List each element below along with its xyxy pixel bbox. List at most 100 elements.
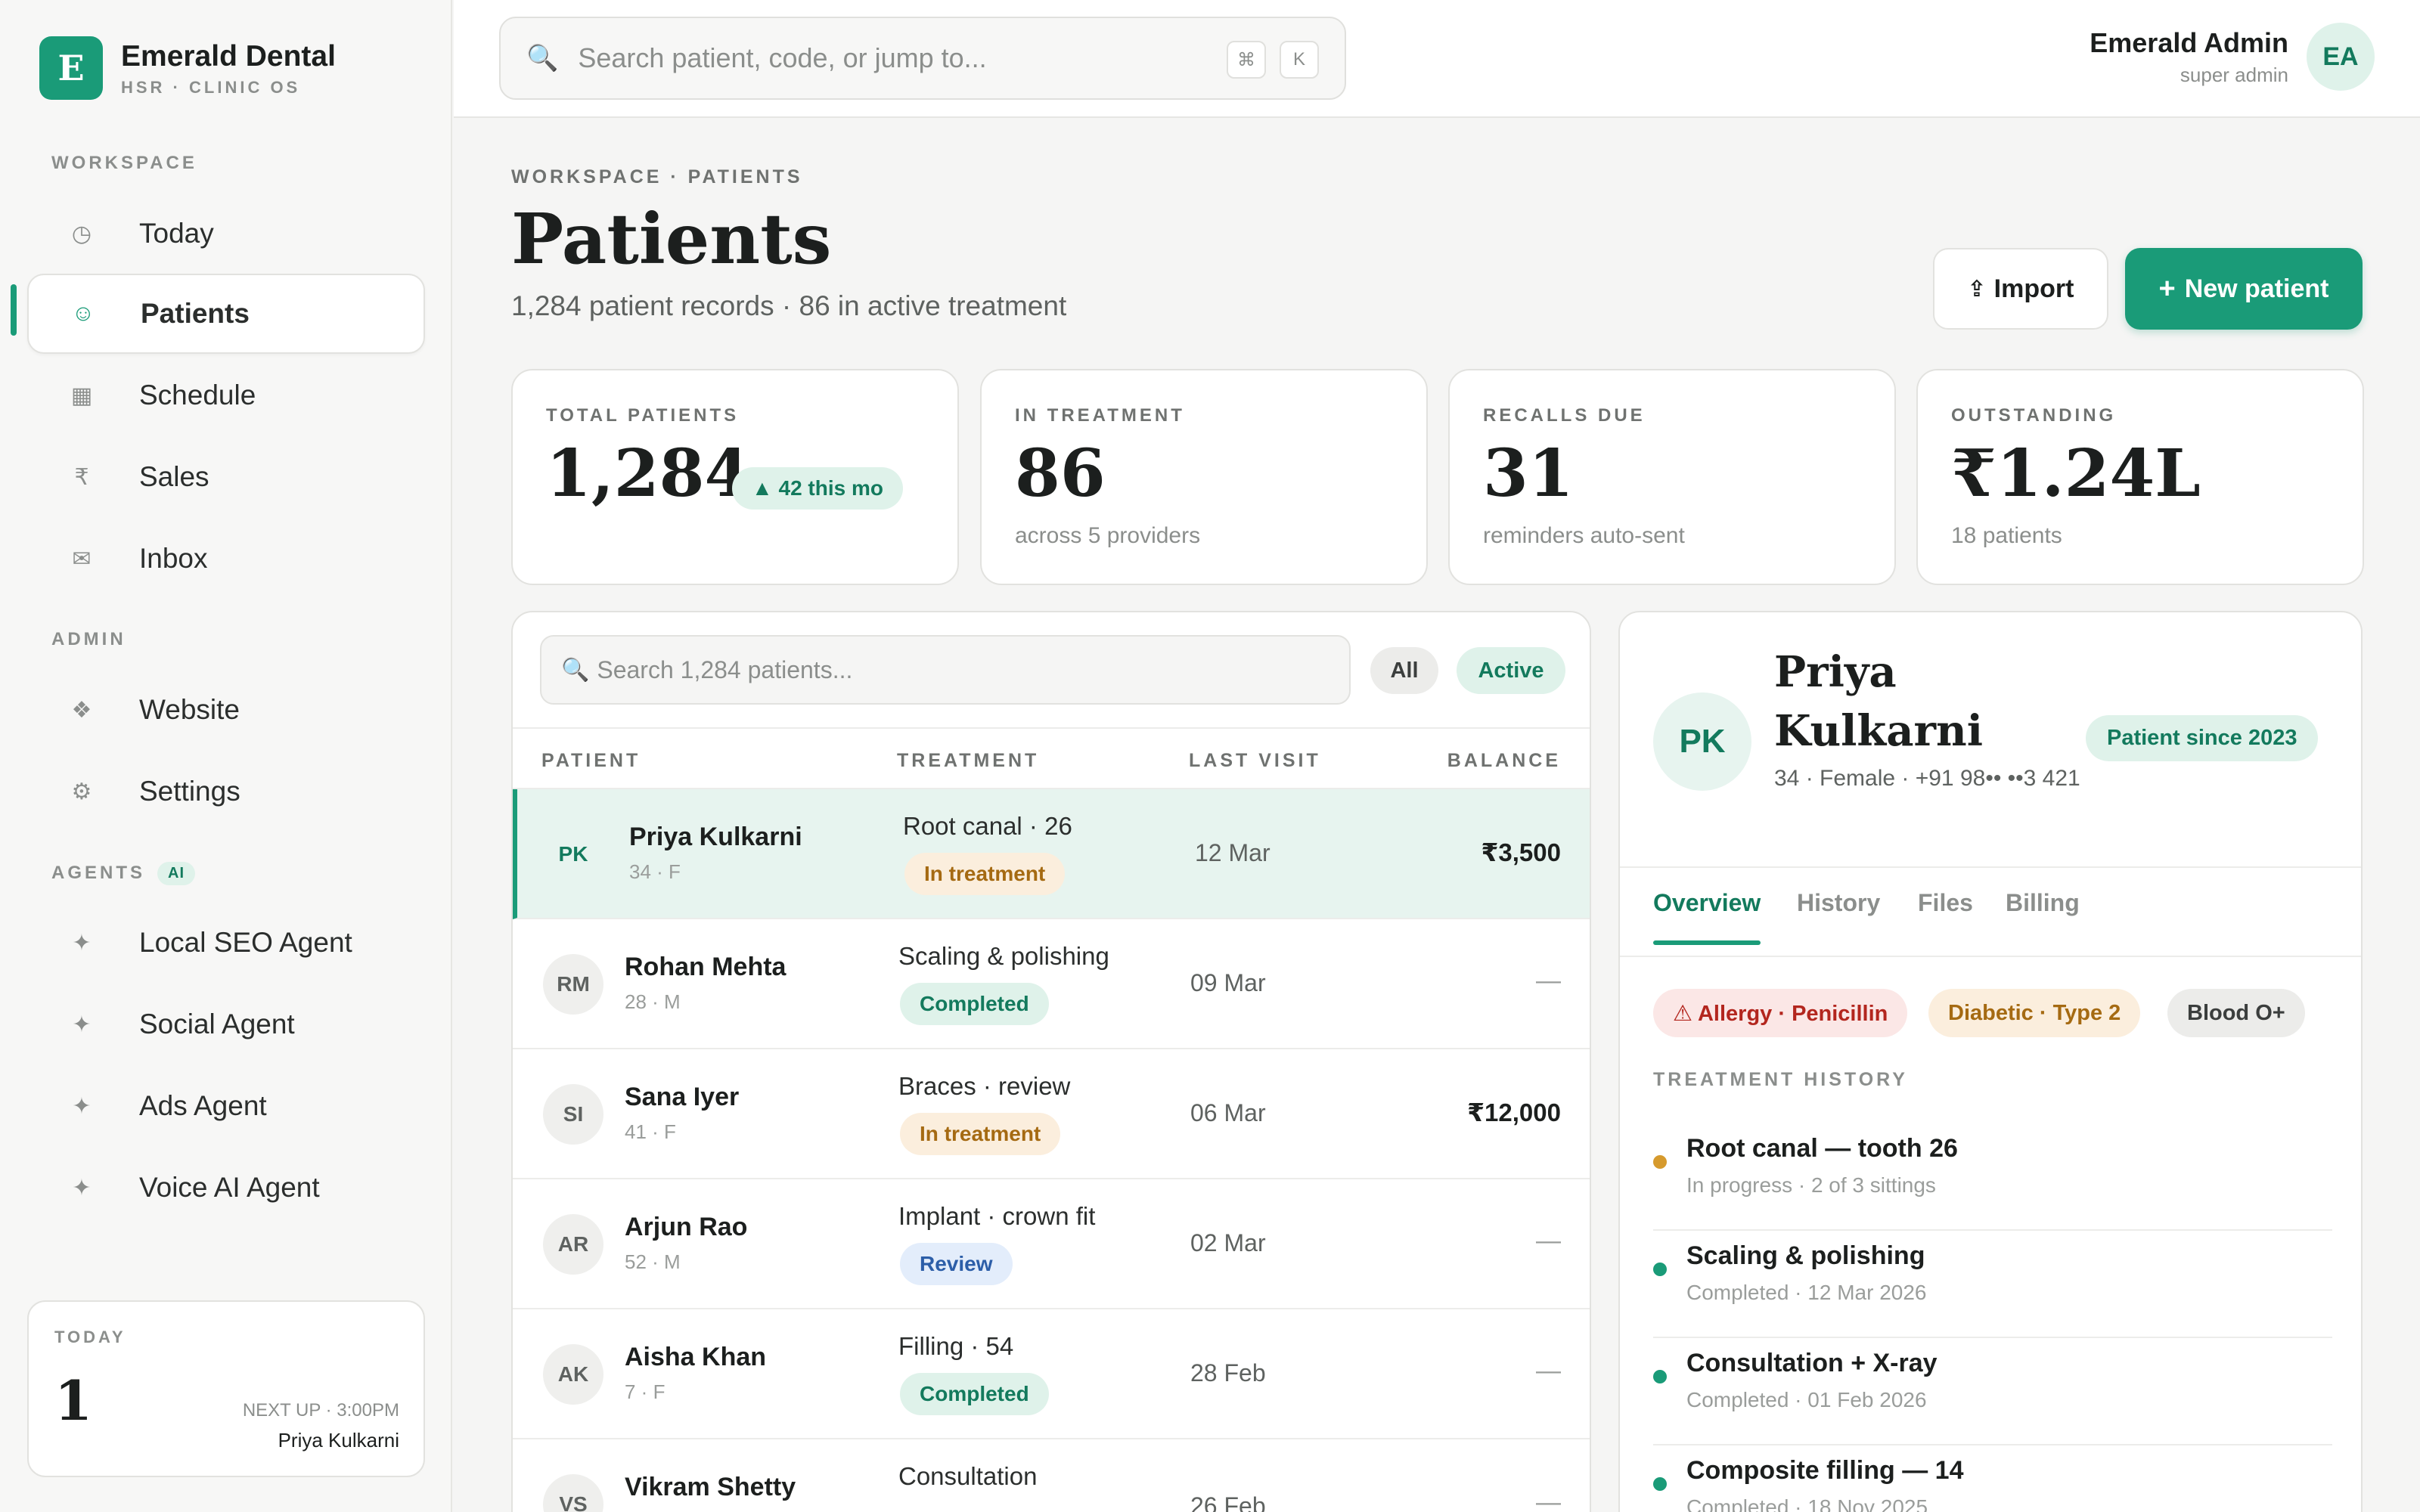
active-indicator bbox=[11, 284, 17, 336]
filter-active[interactable]: Active bbox=[1457, 647, 1565, 694]
blood-group-tag: Blood O+ bbox=[2167, 989, 2305, 1037]
history-item[interactable]: Root canal — tooth 26 In progress · 2 of… bbox=[1653, 1123, 2332, 1231]
history-item[interactable]: Consultation + X-ray Completed · 01 Feb … bbox=[1653, 1338, 2332, 1445]
plus-icon: + bbox=[2158, 272, 2176, 305]
balance: — bbox=[1536, 966, 1561, 994]
table-row[interactable]: AK Aisha Khan 7 · F Filling · 54 Complet… bbox=[513, 1309, 1590, 1439]
user-menu[interactable]: Emerald Admin super admin EA bbox=[2090, 23, 2375, 91]
stat-card-total: TOTAL PATIENTS 1,284 ▲ 42 this mo bbox=[511, 369, 959, 585]
tab-files[interactable]: Files bbox=[1918, 889, 1973, 917]
search-input[interactable]: Search patient, code, or jump to... bbox=[578, 42, 986, 74]
tab-history[interactable]: History bbox=[1797, 889, 1880, 917]
stat-card-recalls: RECALLS DUE 31 reminders auto-sent bbox=[1448, 369, 1896, 585]
sidebar-item-label: Website bbox=[139, 694, 240, 725]
tab-billing[interactable]: Billing bbox=[2006, 889, 2080, 917]
sidebar-item-label: Voice AI Agent bbox=[139, 1172, 320, 1203]
agents-section-label: AGENTS AI bbox=[51, 862, 196, 885]
today-count: 1 bbox=[54, 1368, 93, 1433]
filter-all[interactable]: All bbox=[1370, 647, 1438, 694]
user-name: Emerald Admin bbox=[2090, 26, 2288, 58]
balance: — bbox=[1536, 1226, 1561, 1254]
sidebar-item-today[interactable]: ◷ Today bbox=[27, 194, 425, 274]
rupee-icon: ₹ bbox=[74, 464, 89, 490]
next-up-label: NEXT UP · 3:00PM bbox=[242, 1400, 399, 1421]
sparkle-icon: ✦ bbox=[72, 1175, 92, 1201]
status-dot-icon bbox=[1653, 1155, 1667, 1169]
avatar: VS bbox=[543, 1474, 603, 1512]
tab-overview[interactable]: Overview bbox=[1653, 889, 1761, 917]
sidebar-item-social-agent[interactable]: ✦ Social Agent bbox=[27, 984, 425, 1064]
today-label: TODAY bbox=[54, 1328, 126, 1346]
status-badge: In treatment bbox=[904, 853, 1066, 895]
stat-sub: across 5 providers bbox=[1015, 523, 1201, 548]
table-row[interactable]: RM Rohan Mehta 28 · M Scaling & polishin… bbox=[513, 919, 1590, 1049]
topbar: 🔍 Search patient, code, or jump to... ⌘ … bbox=[454, 0, 2420, 118]
treatment: Root canal · 26 bbox=[903, 812, 1072, 840]
column-header[interactable]: BALANCE bbox=[1447, 750, 1561, 772]
last-visit: 02 Mar bbox=[1190, 1229, 1266, 1256]
last-visit: 06 Mar bbox=[1190, 1099, 1266, 1126]
sparkle-icon: ✦ bbox=[72, 1012, 92, 1037]
column-header[interactable]: PATIENT bbox=[541, 750, 641, 772]
patient-detail-panel: PK Priya Kulkarni 34 · Female · +91 98••… bbox=[1618, 611, 2363, 1512]
admin-section-label: ADMIN bbox=[51, 629, 126, 649]
status-badge: Completed bbox=[900, 983, 1049, 1025]
history-title: Root canal — tooth 26 bbox=[1686, 1134, 1958, 1163]
patient-name: Priya Kulkarni bbox=[629, 823, 802, 851]
brand[interactable]: E Emerald Dental HSR · CLINIC OS bbox=[39, 36, 336, 100]
treatment: Braces · review bbox=[898, 1072, 1071, 1100]
patient-meta: 41 · F bbox=[625, 1120, 676, 1143]
search-icon: 🔍 bbox=[561, 657, 590, 683]
history-item[interactable]: Scaling & polishing Completed · 12 Mar 2… bbox=[1653, 1231, 2332, 1338]
tab-underline bbox=[1653, 940, 1761, 945]
stat-sub: 18 patients bbox=[1951, 523, 2062, 548]
calendar-icon: ▦ bbox=[70, 383, 93, 408]
treatment: Filling · 54 bbox=[898, 1332, 1014, 1360]
sidebar-item-label: Patients bbox=[141, 298, 250, 329]
history-sub: Completed · 12 Mar 2026 bbox=[1686, 1281, 1927, 1304]
avatar: PK bbox=[543, 824, 603, 885]
stat-label: RECALLS DUE bbox=[1483, 405, 1646, 426]
table-row[interactable]: AR Arjun Rao 52 · M Implant · crown fit … bbox=[513, 1179, 1590, 1309]
treatment-history-label: TREATMENT HISTORY bbox=[1653, 1069, 1908, 1090]
patient-search-input[interactable]: Search 1,284 patients... bbox=[597, 656, 852, 684]
kbd-cmd: ⌘ bbox=[1227, 41, 1266, 79]
detail-patient-meta: 34 · Female · +91 98•• ••3 421 bbox=[1774, 766, 2080, 791]
table-row[interactable]: SI Sana Iyer 41 · F Braces · review In t… bbox=[513, 1049, 1590, 1179]
sidebar-item-sales[interactable]: ₹ Sales bbox=[27, 437, 425, 517]
sidebar-item-settings[interactable]: ⚙ Settings bbox=[27, 751, 425, 832]
last-visit: 09 Mar bbox=[1190, 969, 1266, 996]
brand-logo: E bbox=[39, 36, 103, 100]
sidebar-item-ads-agent[interactable]: ✦ Ads Agent bbox=[27, 1066, 425, 1146]
patient-meta: 52 · M bbox=[625, 1250, 681, 1273]
user-role: super admin bbox=[2180, 63, 2288, 86]
workspace-section-label: WORKSPACE bbox=[51, 153, 197, 173]
patient-meta: 34 · F bbox=[629, 860, 681, 883]
today-card[interactable]: TODAY 1 NEXT UP · 3:00PM Priya Kulkarni bbox=[27, 1300, 425, 1477]
last-visit: 12 Mar bbox=[1195, 839, 1270, 866]
new-patient-button[interactable]: + New patient bbox=[2125, 248, 2363, 330]
sidebar-item-inbox[interactable]: ✉ Inbox bbox=[27, 519, 425, 599]
agents-label: AGENTS bbox=[51, 862, 146, 883]
patient-search[interactable]: 🔍 Search 1,284 patients... bbox=[540, 635, 1351, 705]
global-search[interactable]: 🔍 Search patient, code, or jump to... ⌘ … bbox=[499, 17, 1346, 100]
sidebar-item-website[interactable]: ❖ Website bbox=[27, 670, 425, 750]
stat-value: ₹1.24L bbox=[1951, 435, 2201, 512]
table-row[interactable]: VS Vikram Shetty Consultation 26 Feb — bbox=[513, 1439, 1590, 1512]
column-header[interactable]: TREATMENT bbox=[897, 750, 1039, 772]
stat-label: OUTSTANDING bbox=[1951, 405, 2117, 426]
patient-meta: 7 · F bbox=[625, 1380, 666, 1403]
stat-card-in-treatment: IN TREATMENT 86 across 5 providers bbox=[980, 369, 1428, 585]
sidebar-item-schedule[interactable]: ▦ Schedule bbox=[27, 355, 425, 435]
history-item[interactable]: Composite filling — 14 Completed · 18 No… bbox=[1653, 1445, 2332, 1512]
stat-trend-badge: ▲ 42 this mo bbox=[732, 467, 903, 510]
table-row[interactable]: PK Priya Kulkarni 34 · F Root canal · 26… bbox=[513, 789, 1590, 919]
sidebar-item-local-seo-agent[interactable]: ✦ Local SEO Agent bbox=[27, 903, 425, 983]
sidebar-item-voice-ai-agent[interactable]: ✦ Voice AI Agent bbox=[27, 1148, 425, 1228]
column-header[interactable]: LAST VISIT bbox=[1189, 750, 1321, 772]
avatar[interactable]: EA bbox=[2307, 23, 2375, 91]
sidebar-item-patients[interactable]: ☺ Patients bbox=[27, 274, 425, 354]
last-visit: 26 Feb bbox=[1190, 1492, 1266, 1512]
import-button[interactable]: ⇪ Import bbox=[1933, 248, 2108, 330]
upload-icon: ⇪ bbox=[1967, 276, 1987, 302]
